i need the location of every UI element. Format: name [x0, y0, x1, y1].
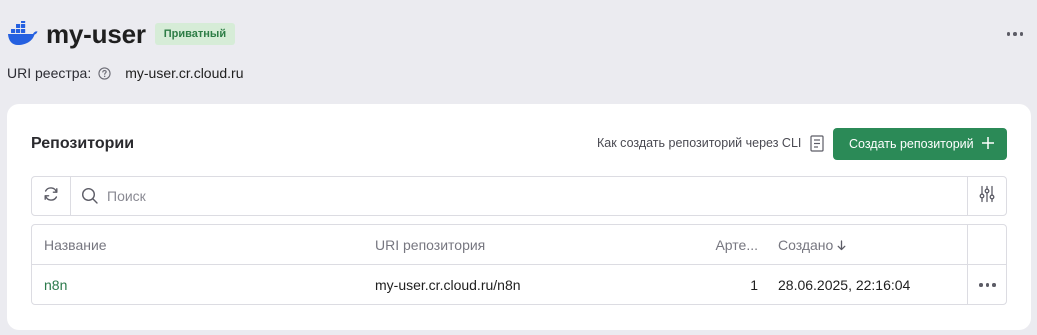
- refresh-icon: [42, 185, 60, 208]
- sliders-icon: [978, 185, 996, 208]
- registry-uri-value: my-user.cr.cloud.ru: [125, 65, 244, 81]
- repositories-card: Репозитории Как создать репозиторий чере…: [7, 104, 1031, 330]
- arrow-down-icon: [837, 239, 847, 251]
- registry-uri-row: URI реестра: my-user.cr.cloud.ru: [7, 63, 244, 83]
- repository-artifacts-count: 1: [750, 277, 758, 293]
- document-icon: [810, 134, 826, 152]
- repository-name-link[interactable]: n8n: [44, 265, 67, 305]
- column-header-artifacts[interactable]: Арте...: [692, 225, 758, 265]
- docker-whale-icon: [6, 17, 40, 51]
- repository-created-date: 28.06.2025, 22:16:04: [778, 277, 911, 293]
- column-header-actions: [967, 225, 1007, 265]
- cli-help-link-label: Как создать репозиторий через CLI: [597, 136, 802, 150]
- repository-uri: my-user.cr.cloud.ru/n8n: [375, 277, 521, 293]
- column-header-uri[interactable]: URI репозитория: [375, 225, 485, 265]
- search-input[interactable]: [107, 188, 967, 204]
- create-repository-button[interactable]: Создать репозиторий: [833, 128, 1007, 160]
- registry-uri-label: URI реестра:: [7, 65, 92, 81]
- plus-icon: [981, 134, 995, 154]
- column-header-name[interactable]: Название: [44, 225, 107, 265]
- row-actions-button[interactable]: [967, 265, 1007, 305]
- table-row[interactable]: n8n my-user.cr.cloud.ru/n8n 1 28.06.2025…: [32, 265, 1006, 305]
- column-header-created[interactable]: Создано: [778, 225, 847, 265]
- more-horizontal-icon: [1006, 32, 1024, 36]
- more-horizontal-icon: [979, 283, 996, 287]
- page-title: my-user: [46, 18, 146, 49]
- search-toolbar: [31, 176, 1007, 216]
- table-header: Название URI репозитория Арте... Создано: [32, 225, 1006, 265]
- cli-help-link[interactable]: Как создать репозиторий через CLI: [597, 134, 826, 152]
- search-icon: [81, 187, 99, 205]
- more-options-button[interactable]: [1003, 24, 1027, 44]
- filter-settings-button[interactable]: [967, 177, 1006, 215]
- repositories-title: Репозитории: [31, 135, 135, 152]
- status-badge: Приватный: [154, 23, 236, 45]
- search-area: [71, 177, 967, 215]
- help-circle-icon[interactable]: [97, 66, 111, 80]
- page-header: my-user Приватный: [6, 14, 1027, 54]
- create-repository-label: Создать репозиторий: [849, 137, 974, 151]
- refresh-button[interactable]: [32, 177, 71, 215]
- repositories-table: Название URI репозитория Арте... Создано…: [31, 224, 1007, 305]
- column-header-created-label: Создано: [778, 237, 834, 253]
